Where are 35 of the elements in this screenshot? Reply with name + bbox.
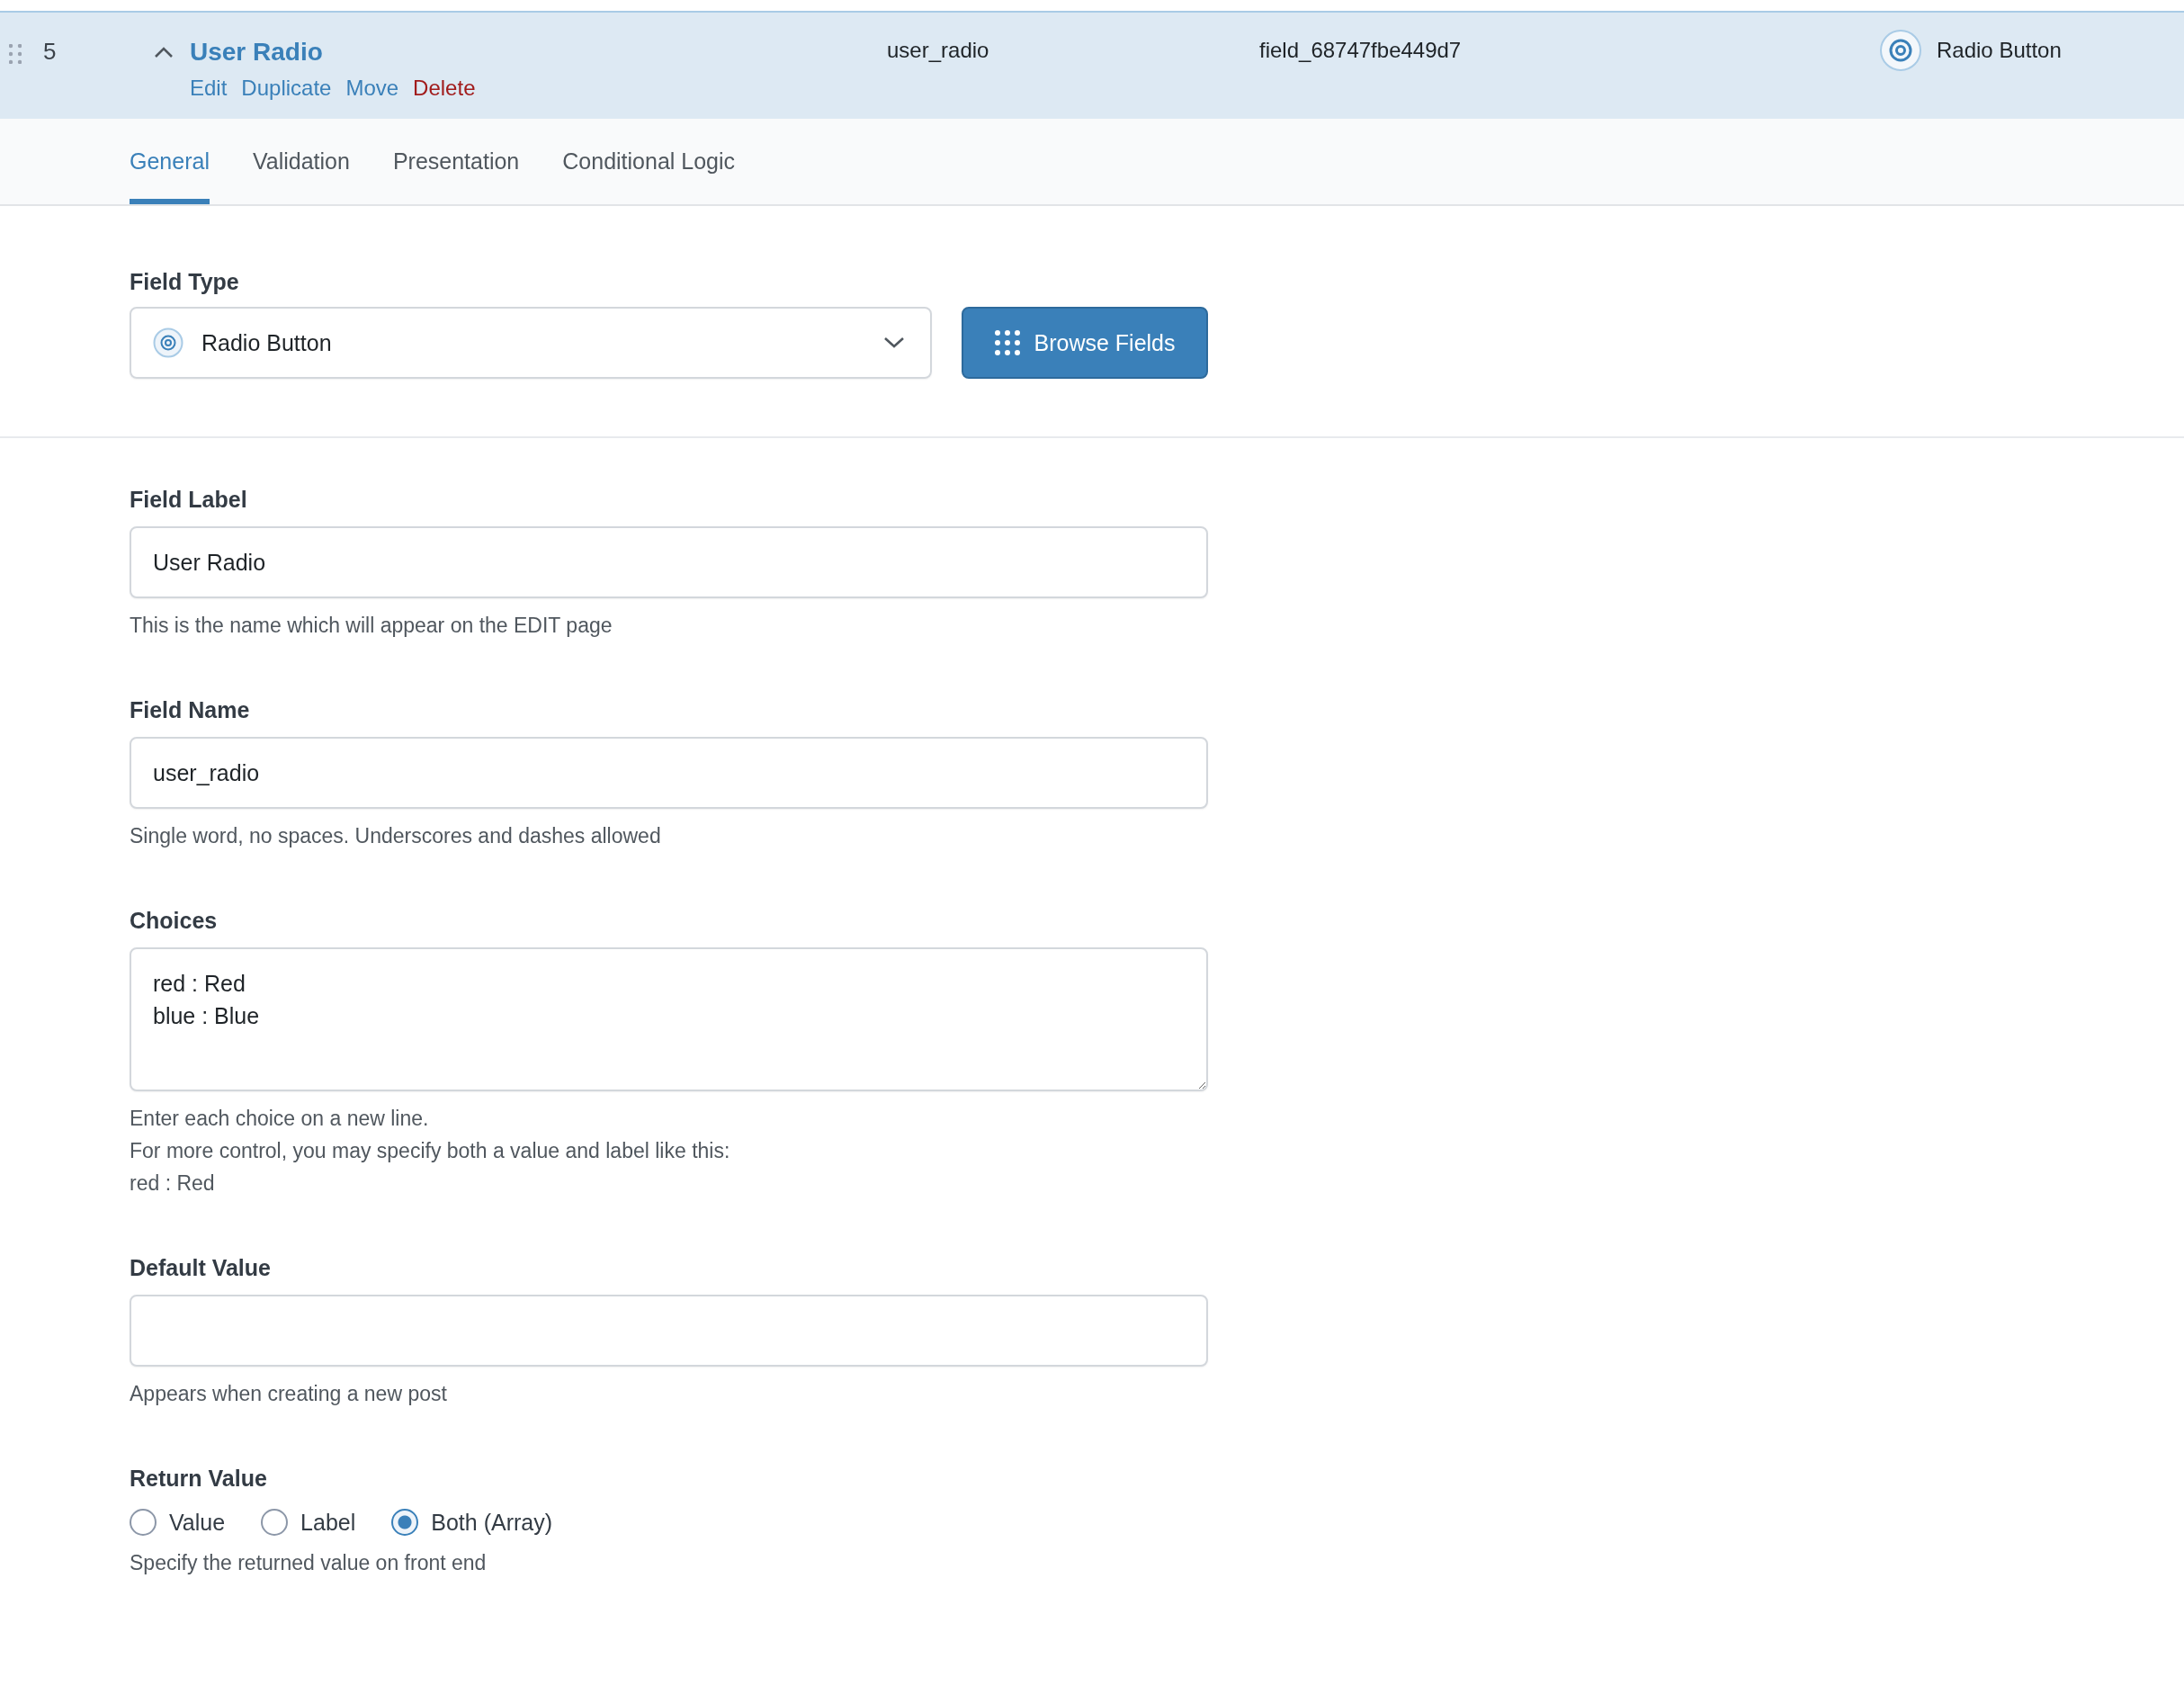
field-type-select[interactable]: Radio Button <box>130 307 932 379</box>
field-label: Choices <box>130 907 219 935</box>
field-label: Default Value <box>130 1254 272 1282</box>
field-label: Field Name <box>130 696 251 724</box>
row-action-link[interactable]: Delete <box>413 76 476 101</box>
settings-tab[interactable]: General <box>130 119 210 204</box>
help-text: Single word, no spaces. Underscores and dashes allowed <box>130 823 662 849</box>
help-text: This is the name which will appear on the EDIT page <box>130 613 613 639</box>
field-key-text: field_68747fbe449d7 <box>1259 38 1463 63</box>
grid-icon <box>994 330 1020 355</box>
help-text: Appears when creating a new post <box>130 1381 448 1407</box>
radio-type-icon <box>1879 29 1922 72</box>
text-input-field[interactable]: User Radio <box>130 526 1208 598</box>
radio-option[interactable]: Both (Array) <box>391 1509 553 1536</box>
field-label: Return Value <box>130 1465 268 1493</box>
browse-fields-button[interactable]: Browse Fields <box>962 307 1208 379</box>
field-type-text: Radio Button <box>1937 38 2062 63</box>
settings-tab[interactable]: Conditional Logic <box>562 119 736 204</box>
help-text: Enter each choice on a new line. For more control, you may specify both a value and label like this: red : Red <box>130 1106 731 1197</box>
chevron-down-icon <box>883 336 905 349</box>
radio-option[interactable]: Label <box>261 1509 356 1536</box>
radio-option[interactable]: Value <box>130 1509 226 1536</box>
text-input-field[interactable]: user_radio <box>130 737 1208 809</box>
drag-handle-icon[interactable] <box>9 44 22 64</box>
chevron-icon[interactable] <box>154 46 174 58</box>
help-text: Specify the returned value on front end <box>130 1550 488 1576</box>
field-label: Field Label <box>130 486 248 514</box>
choices-textarea[interactable]: red : Red blue : Blue <box>130 947 1208 1091</box>
radio-type-icon <box>153 327 183 358</box>
settings-tab[interactable]: Validation <box>252 119 350 204</box>
field-order-number: 5 <box>43 38 58 66</box>
field-label: Field Type <box>130 268 240 296</box>
field-name-text: user_radio <box>887 38 990 63</box>
settings-tab[interactable]: Presentation <box>392 119 520 204</box>
text-input-field[interactable] <box>130 1295 1208 1367</box>
